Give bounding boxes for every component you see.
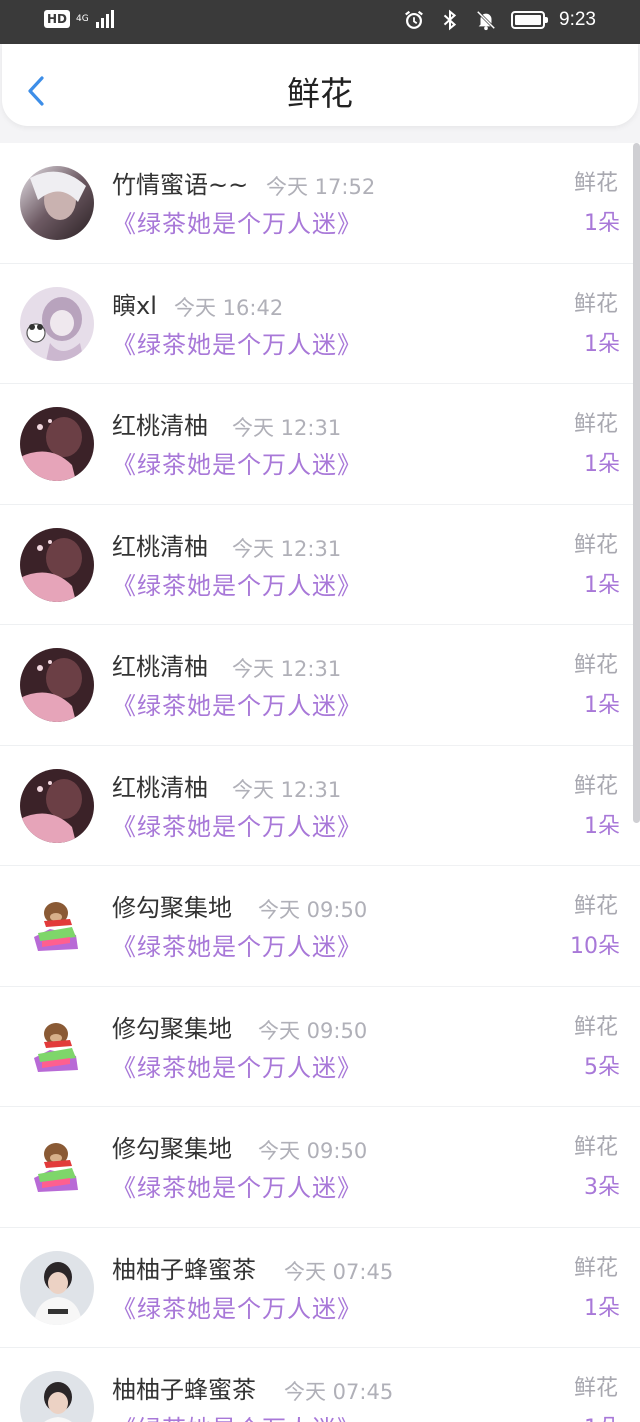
user-name: 柚柚子蜂蜜茶	[112, 1376, 256, 1404]
gift-count: 1朵	[584, 813, 620, 839]
avatar[interactable]	[20, 1250, 94, 1325]
timestamp: 今天 16:42	[174, 295, 284, 320]
list-item[interactable]: 红桃清柚 今天 12:31 《绿茶她是个万人迷》 鲜花 1朵	[0, 505, 640, 625]
user-name: 竹情蜜语~~	[112, 171, 249, 199]
gift-count: 1朵	[584, 452, 620, 477]
timestamp: 今天 09:50	[258, 1139, 368, 1163]
book-title-link[interactable]: 《绿茶她是个万人迷》	[112, 208, 362, 240]
gift-type: 鲜花	[573, 894, 618, 919]
book-title-link[interactable]: 《绿茶她是个万人迷》	[112, 811, 362, 843]
avatar[interactable]	[20, 407, 94, 481]
timestamp: 今天 12:31	[232, 777, 342, 802]
list-item[interactable]: 柚柚子蜂蜜茶 今天 07:45 《绿茶她是个万人迷》 鲜花 1朵	[0, 1348, 640, 1422]
gift-type: 鲜花	[573, 532, 618, 558]
network-type: 4G	[76, 13, 89, 24]
gift-count: 5朵	[584, 1054, 620, 1080]
status-time: 9:23	[559, 9, 596, 30]
mute-bell-icon	[476, 10, 496, 31]
book-title-link[interactable]: 《绿茶她是个万人迷》	[112, 931, 362, 963]
user-name: 红桃清柚	[112, 532, 208, 561]
avatar[interactable]	[20, 527, 94, 602]
page-title: 鲜花	[287, 74, 353, 113]
list-item[interactable]: 瞚xl 今天 16:42 《绿茶她是个万人迷》 鲜花 1朵	[0, 264, 640, 384]
avatar[interactable]	[20, 768, 94, 843]
book-title-link[interactable]: 《绿茶她是个万人迷》	[112, 690, 362, 722]
list-item[interactable]: 修勾聚集地 今天 09:50 《绿茶她是个万人迷》 鲜花 10朵	[0, 866, 640, 987]
alarm-icon	[405, 10, 423, 29]
timestamp: 今天 12:31	[232, 536, 342, 561]
gift-count: 1朵	[584, 211, 620, 236]
gift-type: 鲜花	[573, 1014, 618, 1040]
gift-type: 鲜花	[573, 1135, 618, 1160]
book-title-link[interactable]: 《绿茶她是个万人迷》	[112, 1293, 362, 1325]
flower-record-list[interactable]: 竹情蜜语~~ 今天 17:52 《绿茶她是个万人迷》 鲜花 1朵 瞚xl 今天 …	[0, 143, 640, 1422]
timestamp: 今天 09:50	[258, 1018, 368, 1043]
list-item[interactable]: 柚柚子蜂蜜茶 今天 07:45 《绿茶她是个万人迷》 鲜花 1朵	[0, 1228, 640, 1348]
status-bar: HD 4G 9:23	[0, 0, 640, 44]
book-title-link[interactable]: 《绿茶她是个万人迷》	[112, 449, 362, 481]
gift-count: 1朵	[584, 1295, 620, 1321]
signal-icon	[96, 10, 115, 28]
timestamp: 今天 07:45	[284, 1259, 394, 1284]
list-item[interactable]: 修勾聚集地 今天 09:50 《绿茶她是个万人迷》 鲜花 5朵	[0, 987, 640, 1107]
user-name: 修勾聚集地	[112, 1014, 232, 1043]
gift-type: 鲜花	[573, 773, 618, 799]
avatar[interactable]	[20, 1009, 94, 1084]
gift-count: 3朵	[584, 1175, 620, 1200]
timestamp: 今天 07:45	[284, 1380, 394, 1404]
user-name: 瞚xl	[112, 291, 157, 320]
gift-count: 1朵	[584, 693, 620, 718]
gift-count: 1朵	[584, 331, 620, 357]
list-item[interactable]: 红桃清柚 今天 12:31 《绿茶她是个万人迷》 鲜花 1朵	[0, 625, 640, 746]
gift-type: 鲜花	[573, 1255, 618, 1281]
avatar[interactable]	[20, 648, 94, 722]
user-name: 红桃清柚	[112, 773, 208, 802]
timestamp: 今天 12:31	[232, 657, 342, 681]
gift-count: 10朵	[570, 934, 620, 959]
gift-count: 1朵	[584, 1414, 620, 1422]
book-title-link[interactable]: 《绿茶她是个万人迷》	[112, 570, 362, 602]
gift-type: 鲜花	[573, 171, 618, 196]
list-item[interactable]: 修勾聚集地 今天 09:50 《绿茶她是个万人迷》 鲜花 3朵	[0, 1107, 640, 1228]
avatar[interactable]	[20, 889, 94, 963]
user-name: 红桃清柚	[112, 653, 208, 681]
nav-bar: 鲜花	[2, 44, 638, 126]
user-name: 修勾聚集地	[112, 894, 232, 922]
book-title-link[interactable]: 《绿茶她是个万人迷》	[112, 329, 362, 361]
book-title-link[interactable]: 《绿茶她是个万人迷》	[112, 1413, 362, 1422]
gift-type: 鲜花	[573, 291, 618, 317]
timestamp: 今天 09:50	[258, 898, 368, 922]
hd-badge: HD	[44, 10, 71, 28]
battery-icon	[511, 11, 549, 29]
avatar[interactable]	[20, 1130, 94, 1204]
gift-type: 鲜花	[573, 653, 618, 678]
timestamp: 今天 17:52	[266, 175, 376, 199]
avatar[interactable]	[20, 286, 94, 361]
user-name: 修勾聚集地	[112, 1135, 232, 1163]
gift-type: 鲜花	[573, 412, 618, 437]
book-title-link[interactable]: 《绿茶她是个万人迷》	[112, 1052, 362, 1084]
scrollbar[interactable]	[633, 143, 640, 823]
avatar[interactable]	[20, 1371, 94, 1422]
timestamp: 今天 12:31	[232, 416, 342, 440]
bluetooth-icon	[443, 9, 457, 31]
book-title-link[interactable]: 《绿茶她是个万人迷》	[112, 1172, 362, 1204]
avatar[interactable]	[20, 166, 94, 240]
list-item[interactable]: 红桃清柚 今天 12:31 《绿茶她是个万人迷》 鲜花 1朵	[0, 746, 640, 866]
user-name: 红桃清柚	[112, 412, 208, 440]
user-name: 柚柚子蜂蜜茶	[112, 1255, 256, 1284]
gift-count: 1朵	[584, 572, 620, 598]
list-item[interactable]: 竹情蜜语~~ 今天 17:52 《绿茶她是个万人迷》 鲜花 1朵	[0, 143, 640, 264]
list-item[interactable]: 红桃清柚 今天 12:31 《绿茶她是个万人迷》 鲜花 1朵	[0, 384, 640, 505]
gift-type: 鲜花	[573, 1376, 618, 1401]
